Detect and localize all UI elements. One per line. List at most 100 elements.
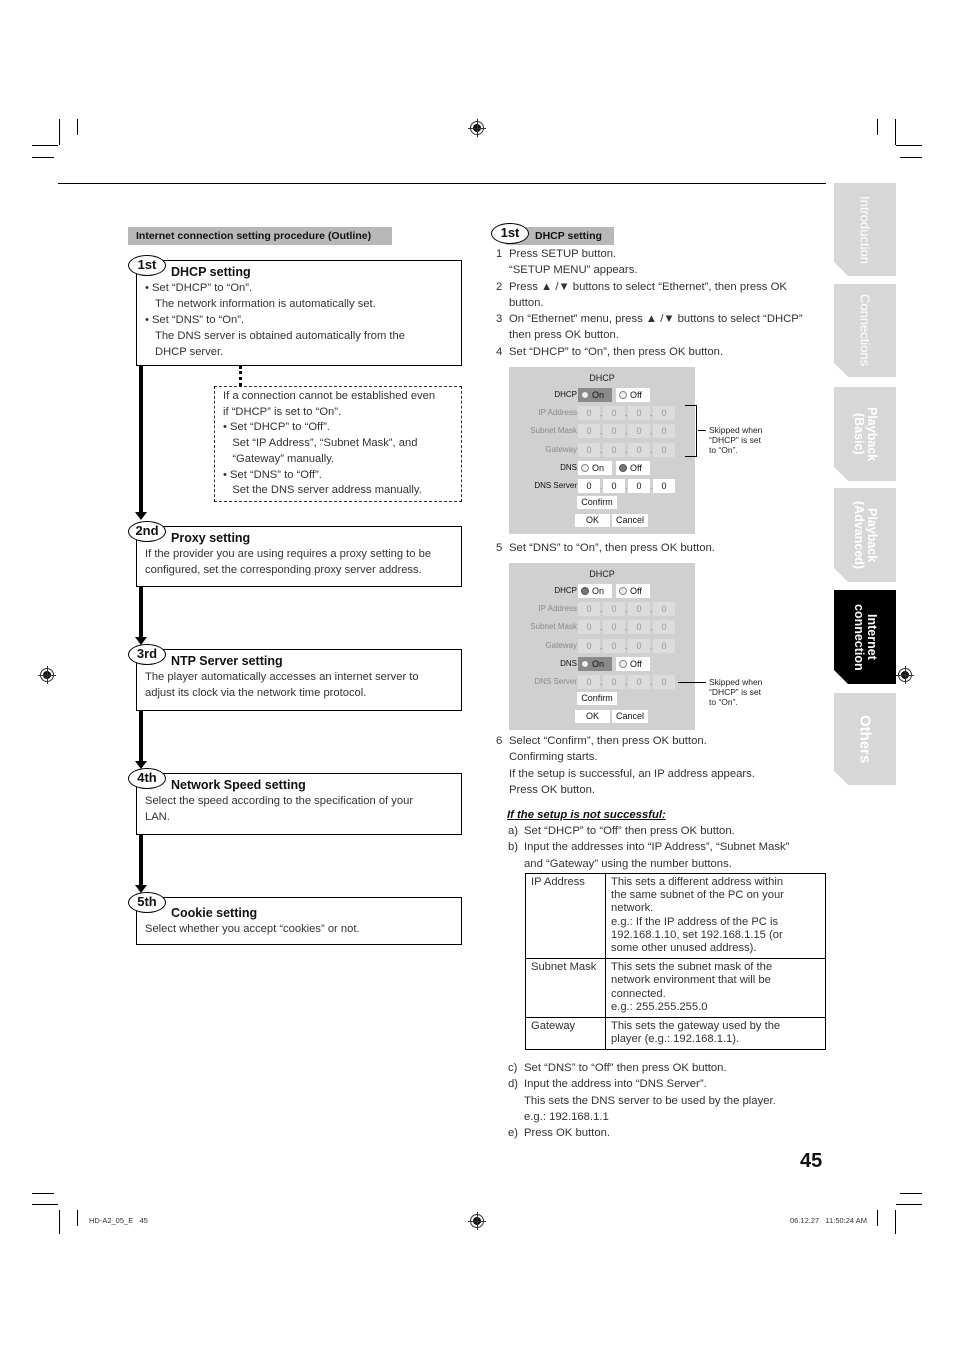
- ip-octet-input[interactable]: 0: [628, 442, 650, 457]
- ip-octet-input[interactable]: 0: [603, 675, 625, 689]
- ip-octet-input[interactable]: 0: [603, 602, 625, 617]
- dns-off-option[interactable]: Off: [616, 460, 650, 475]
- page-number: 45: [800, 1150, 823, 1172]
- description-line: This sets the gateway used by the: [611, 1020, 781, 1033]
- footer-file-id: HD-A2_05_E 45: [89, 1216, 148, 1225]
- ip-octet-input[interactable]: 0: [578, 424, 600, 439]
- dhcp-off-option[interactable]: Off: [616, 584, 650, 598]
- ip-octet-input[interactable]: 0: [653, 602, 675, 617]
- description-line: network environment that will be: [611, 974, 771, 987]
- dhcp-on-option[interactable]: On: [578, 388, 612, 402]
- ip-octet-input[interactable]: 0: [578, 479, 600, 493]
- ip-octet-input[interactable]: 0: [628, 479, 650, 493]
- step-text: Set “DNS” to “On”, then press OK button.: [509, 542, 715, 554]
- chapter-tab-introduction[interactable]: Introduction: [834, 183, 896, 276]
- ip-octet-input[interactable]: 0: [628, 638, 650, 653]
- ip-octet-input[interactable]: 0: [578, 638, 600, 653]
- ip-octet-input[interactable]: 0: [653, 442, 675, 457]
- ip-octet-input[interactable]: 0: [603, 424, 625, 439]
- radio-icon: [619, 659, 627, 668]
- registration-mark-icon: [468, 1212, 486, 1230]
- step-badge: 2nd: [128, 521, 166, 542]
- ip-field-row: Subnet Mask 0. 0. 0. 0: [509, 424, 695, 439]
- option-label: On: [592, 462, 605, 473]
- ip-octet-input[interactable]: 0: [653, 479, 675, 493]
- cancel-button[interactable]: Cancel: [612, 710, 648, 724]
- option-label: Off: [630, 390, 642, 400]
- ip-octet-input[interactable]: 0: [653, 620, 675, 635]
- chapter-tab-connections[interactable]: Connections: [834, 284, 896, 377]
- cancel-button[interactable]: Cancel: [612, 514, 648, 528]
- step-line: The player automatically accesses an int…: [145, 671, 419, 683]
- ip-octet-input[interactable]: 0: [628, 620, 650, 635]
- ip-octet-input[interactable]: 0: [578, 675, 600, 689]
- chapter-tab-playback-advanced[interactable]: Playback (Advanced): [834, 488, 896, 582]
- table-row: Subnet Mask This sets the subnet mask of …: [525, 958, 826, 1019]
- ip-octet-input[interactable]: 0: [603, 406, 625, 421]
- ip-octet-input[interactable]: 0: [578, 620, 600, 635]
- octet-separator: .: [625, 623, 628, 633]
- confirm-button[interactable]: Confirm: [577, 692, 617, 706]
- description-line: This sets a different address within: [611, 876, 784, 888]
- ip-octet-input[interactable]: 0: [653, 424, 675, 439]
- step-text: Set “DHCP” to “On”, then press OK button…: [509, 345, 724, 358]
- ip-octet-input[interactable]: 0: [653, 638, 675, 653]
- chapter-tab-playback-basic[interactable]: Playback (Basic): [834, 387, 896, 481]
- fallback-line: if “DHCP” is set to “On”.: [223, 405, 342, 418]
- step-line: LAN.: [145, 811, 170, 823]
- description-line: 192.168.1.10, set 192.168.1.15 (or: [611, 928, 783, 941]
- ip-octet-input[interactable]: 0: [603, 620, 625, 635]
- ok-button[interactable]: OK: [575, 710, 610, 724]
- chapter-tab-others[interactable]: Others: [834, 693, 896, 785]
- ip-octet-input[interactable]: 0: [578, 406, 600, 421]
- field-label: IP Address: [538, 408, 577, 418]
- radio-icon: [581, 463, 589, 472]
- crop-mark: [877, 1210, 878, 1226]
- ip-octet-input[interactable]: 0: [603, 442, 625, 457]
- ip-octet-input[interactable]: 0: [628, 602, 650, 617]
- confirm-button[interactable]: Confirm: [577, 496, 617, 510]
- screen-title: DHCP: [589, 569, 615, 579]
- step-title: Proxy setting: [171, 531, 251, 545]
- step-number: 3: [496, 313, 503, 326]
- ip-octet-input[interactable]: 0: [653, 406, 675, 421]
- dns-off-option[interactable]: Off: [616, 656, 650, 671]
- failure-step: d) Input the address into “DNS Server”.: [508, 1076, 828, 1092]
- field-label: DNS: [560, 462, 577, 472]
- field-label: Gateway: [545, 640, 577, 650]
- ok-button[interactable]: OK: [575, 514, 610, 528]
- ip-octet-input[interactable]: 0: [628, 406, 650, 421]
- octet-separator: .: [600, 641, 603, 651]
- dhcp-on-option[interactable]: On: [578, 584, 612, 598]
- failure-step: a) Set “DHCP” to “Off” then press OK butt…: [508, 823, 828, 839]
- description-line: e.g.: 255.255.255.0: [611, 1000, 708, 1013]
- ip-octet-input[interactable]: 0: [578, 442, 600, 457]
- dns-on-option[interactable]: On: [578, 460, 612, 475]
- step-text: Confirming starts.: [509, 751, 598, 764]
- octet-separator: .: [600, 605, 603, 615]
- chapter-tab-internet-connection[interactable]: Internet connection: [834, 590, 896, 684]
- crop-mark: [32, 1204, 58, 1205]
- failure-step: b) Input the addresses into “IP Address”,…: [508, 839, 828, 855]
- radio-icon: [619, 587, 627, 595]
- ip-octet-input[interactable]: 0: [603, 479, 625, 493]
- ip-octet-input[interactable]: 0: [628, 424, 650, 439]
- flow-dotted-connector: [239, 366, 242, 386]
- ip-octet-input[interactable]: 0: [578, 602, 600, 617]
- dns-on-option[interactable]: On: [578, 656, 612, 671]
- octet-separator: .: [625, 482, 628, 491]
- ip-octet-input[interactable]: 0: [603, 638, 625, 653]
- ip-octet-input[interactable]: 0: [653, 675, 675, 689]
- option-label: Off: [630, 462, 642, 473]
- outline-heading: Internet connection setting procedure (O…: [128, 227, 392, 245]
- option-label: Off: [630, 658, 642, 669]
- field-label: DNS Server: [534, 481, 577, 490]
- octet-separator: .: [600, 445, 603, 455]
- step-text: and “Gateway” using the number buttons.: [524, 857, 732, 870]
- step-title: NTP Server setting: [171, 654, 283, 668]
- ip-octet-input[interactable]: 0: [628, 675, 650, 689]
- step-number: b): [508, 841, 519, 854]
- instruction-step-6: 6 Select “Confirm”, then press OK button.…: [496, 733, 826, 798]
- octet-separator: .: [600, 482, 603, 491]
- dhcp-off-option[interactable]: Off: [616, 388, 650, 402]
